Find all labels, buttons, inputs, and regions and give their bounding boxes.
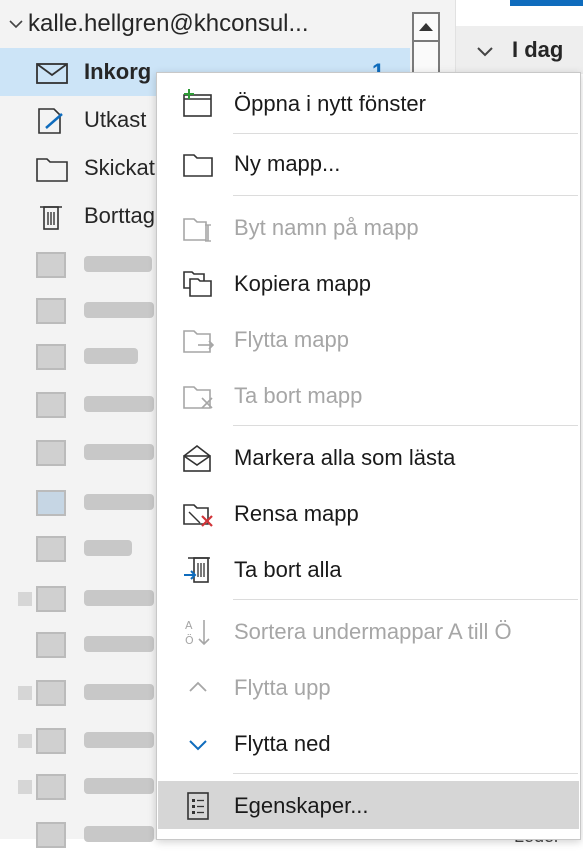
folder-context-menu: Öppna i nytt fönster Ny mapp... Byt namn…: [156, 72, 581, 840]
menu-item-label: Markera alla som lästa: [234, 445, 456, 470]
menu-item-properties[interactable]: Egenskaper...: [158, 781, 579, 829]
menu-item-delete-folder[interactable]: Ta bort mapp: [158, 371, 579, 419]
folder-icon: [36, 440, 66, 466]
svg-text:Ö: Ö: [185, 634, 194, 647]
menu-item-move-folder[interactable]: Flytta mapp: [158, 315, 579, 363]
obscured-label: [84, 732, 154, 748]
obscured-label: [84, 540, 132, 556]
folder-icon: [36, 728, 66, 754]
menu-item-label: Egenskaper...: [234, 793, 369, 818]
chevron-down-icon: [9, 20, 23, 29]
menu-separator: [233, 773, 578, 774]
svg-text:A: A: [185, 619, 193, 632]
menu-item-label: Sortera undermappar A till Ö: [234, 619, 512, 644]
triangle-up-icon: [419, 23, 433, 31]
obscured-label: [84, 256, 152, 272]
menu-item-label: Byt namn på mapp: [234, 215, 419, 240]
menu-separator: [233, 599, 578, 600]
folder-label: Borttag: [84, 203, 155, 228]
menu-separator: [233, 133, 578, 134]
menu-item-open-new-window[interactable]: Öppna i nytt fönster: [158, 79, 579, 127]
active-tab-indicator: [510, 0, 583, 6]
properties-icon: [187, 792, 209, 820]
folder-label: Utkast: [84, 107, 147, 132]
menu-item-label: Ny mapp...: [234, 151, 341, 176]
menu-item-move-up[interactable]: Flytta upp: [158, 663, 579, 711]
folder-label: Inkorg: [84, 59, 152, 84]
account-name: kalle.hellgren@khconsul...: [28, 10, 309, 37]
folder-icon: [36, 392, 66, 418]
folder-icon: [36, 680, 66, 706]
folder-icon: [36, 774, 66, 800]
obscured-label: [84, 494, 154, 510]
menu-item-rename-folder[interactable]: Byt namn på mapp: [158, 203, 579, 251]
menu-item-label: Ta bort alla: [234, 557, 342, 582]
expand-icon: [18, 780, 32, 794]
folder-icon: [36, 344, 66, 370]
folder-icon: [36, 252, 66, 278]
obscured-label: [84, 302, 154, 318]
menu-item-label: Flytta ned: [234, 731, 331, 756]
folder-icon: [36, 822, 66, 848]
menu-item-copy-folder[interactable]: Kopiera mapp: [158, 259, 579, 307]
menu-item-label: Rensa mapp: [234, 501, 359, 526]
folder-icon: [36, 632, 66, 658]
obscured-label: [84, 684, 154, 700]
delete-all-icon: [184, 557, 210, 583]
group-label: I dag: [512, 37, 564, 62]
folder-icon: [36, 536, 66, 562]
expand-icon: [18, 686, 32, 700]
move-folder-icon: [183, 330, 214, 353]
scroll-up-button[interactable]: [412, 12, 440, 42]
chevron-down-icon: [189, 740, 207, 751]
obscured-label: [84, 348, 138, 364]
folder-icon: [36, 298, 66, 324]
menu-item-sort-subfolders[interactable]: A Ö Sortera undermappar A till Ö: [158, 607, 579, 655]
obscured-label: [84, 826, 154, 842]
copy-folder-icon: [183, 271, 212, 297]
rename-folder-icon: [183, 218, 211, 242]
chevron-down-icon: [477, 47, 493, 57]
obscured-label: [84, 396, 154, 412]
chevron-up-icon: [189, 681, 207, 692]
menu-item-label: Flytta mapp: [234, 327, 349, 352]
mail-icon: [36, 63, 68, 84]
delete-folder-icon: [183, 386, 213, 409]
expand-icon: [18, 734, 32, 748]
menu-separator: [233, 195, 578, 196]
menu-item-label: Kopiera mapp: [234, 271, 371, 296]
menu-item-label: Flytta upp: [234, 675, 331, 700]
expand-icon: [18, 592, 32, 606]
new-folder-icon: [183, 154, 213, 177]
new-window-icon: [183, 89, 212, 117]
menu-separator: [233, 425, 578, 426]
account-header[interactable]: kalle.hellgren@khconsul...: [0, 0, 410, 48]
folder-icon: [36, 158, 68, 182]
obscured-label: [84, 778, 154, 794]
obscured-label: [84, 636, 154, 652]
menu-item-mark-all-read[interactable]: Markera alla som lästa: [158, 433, 579, 481]
folder-icon: [36, 586, 66, 612]
menu-item-clean-folder[interactable]: Rensa mapp: [158, 489, 579, 537]
draft-icon: [38, 108, 63, 134]
folder-icon: [36, 490, 66, 516]
sort-az-icon: A Ö: [185, 619, 210, 647]
obscured-label: [84, 590, 154, 606]
menu-item-new-folder[interactable]: Ny mapp...: [158, 139, 579, 187]
folder-label: Skickat: [84, 155, 155, 180]
menu-item-label: Öppna i nytt fönster: [234, 91, 426, 116]
mark-read-icon: [183, 444, 211, 472]
clean-folder-icon: [183, 504, 213, 527]
message-group-header[interactable]: I dag: [456, 26, 583, 74]
trash-icon: [40, 206, 62, 230]
obscured-label: [84, 444, 154, 460]
menu-item-label: Ta bort mapp: [234, 383, 363, 408]
menu-item-move-down[interactable]: Flytta ned: [158, 719, 579, 767]
menu-item-delete-all[interactable]: Ta bort alla: [158, 545, 579, 593]
